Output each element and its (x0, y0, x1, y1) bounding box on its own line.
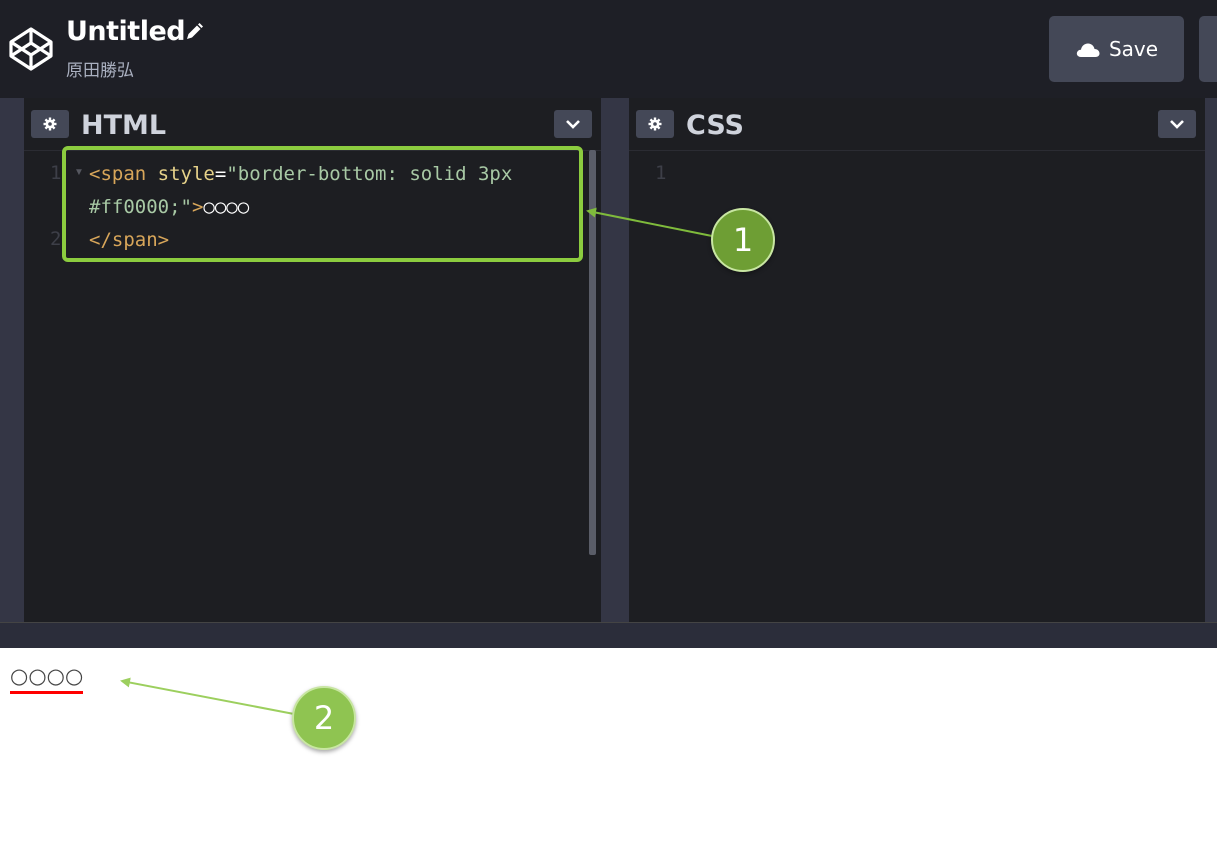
html-settings-button[interactable] (31, 110, 69, 138)
chevron-down-icon (1170, 120, 1184, 129)
css-pane-title: CSS (686, 110, 744, 141)
css-settings-button[interactable] (636, 110, 674, 138)
result-resize-bar[interactable] (0, 622, 1217, 649)
html-pane-title: HTML (81, 110, 167, 141)
save-label: Save (1108, 37, 1159, 61)
css-pane-menu-button[interactable] (1158, 110, 1196, 138)
codepen-logo-icon[interactable] (8, 26, 54, 72)
line-number: 1 (655, 162, 667, 184)
css-pane-header: CSS (629, 98, 1205, 151)
chevron-down-icon (566, 120, 580, 129)
author-name[interactable]: 原田勝弘 (66, 56, 134, 81)
pen-title[interactable]: Untitled (66, 16, 186, 47)
save-button[interactable]: Save (1049, 16, 1184, 82)
html-pane-header: HTML (24, 98, 601, 151)
editor-scrollbar[interactable] (589, 150, 596, 555)
code-highlight-box (62, 146, 583, 262)
pencil-edit-icon[interactable] (184, 22, 204, 42)
gear-icon (43, 117, 57, 131)
callout-badge-2: 2 (292, 686, 356, 750)
result-underlined-text: ○○○○ (10, 664, 84, 694)
result-preview: ○○○○ (0, 648, 1217, 844)
top-header: Untitled 原田勝弘 Save (0, 0, 1217, 98)
line-number: 2 (50, 228, 62, 250)
callout-badge-1: 1 (711, 208, 775, 272)
gear-icon (648, 117, 662, 131)
css-editor-pane: CSS 1 (629, 98, 1205, 622)
settings-button[interactable] (1199, 16, 1217, 82)
html-pane-menu-button[interactable] (554, 110, 592, 138)
line-number: 1 (50, 162, 62, 184)
cloud-icon (1076, 43, 1100, 57)
